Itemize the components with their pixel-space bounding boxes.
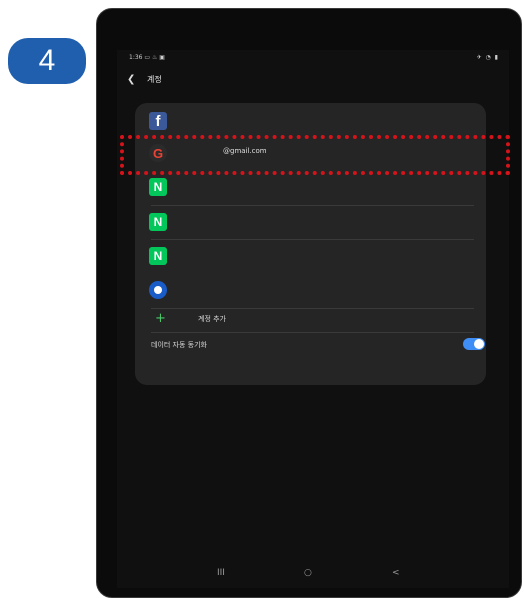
account-row-samsung[interactable] [135, 274, 486, 306]
account-row-naver-2[interactable]: N [135, 206, 486, 238]
tablet-screen: 1:36 ▭ ♨ ▣ ✈ ◔ ▮ ❮ 계정 f G @gmail.com N N… [117, 50, 509, 588]
toggle-knob [474, 339, 484, 349]
home-button[interactable]: ○ [304, 568, 312, 578]
divider [151, 308, 474, 309]
status-time: 1:36 ▭ ♨ ▣ [129, 54, 165, 61]
auto-sync-toggle[interactable] [463, 338, 485, 350]
google-account-highlight [120, 135, 510, 175]
auto-sync-label: 데이터 자동 동기화 [151, 341, 207, 349]
samsung-account-icon [149, 281, 167, 299]
naver-icon: N [149, 178, 167, 196]
step-number-badge: 4 [8, 38, 86, 84]
account-row-naver-3[interactable]: N [135, 240, 486, 272]
account-row-naver-1[interactable]: N [135, 171, 486, 203]
page-title: 계정 [147, 74, 162, 84]
status-icons: ✈ ◔ ▮ [476, 54, 499, 61]
facebook-icon: f [149, 112, 167, 130]
add-account-label: 계정 추가 [198, 315, 226, 323]
account-row-facebook[interactable]: f [135, 103, 486, 135]
naver-icon: N [149, 213, 167, 231]
auto-sync-row[interactable]: 데이터 자동 동기화 [149, 335, 485, 355]
navigation-bar: III ○ < [117, 568, 509, 584]
title-bar: ❮ 계정 [127, 72, 162, 86]
plus-icon: + [155, 311, 166, 326]
recent-apps-button[interactable]: III [217, 568, 225, 578]
divider [151, 332, 474, 333]
back-arrow-icon[interactable]: ❮ [127, 74, 141, 85]
back-button[interactable]: < [392, 568, 400, 578]
status-bar: 1:36 ▭ ♨ ▣ ✈ ◔ ▮ [129, 54, 499, 64]
naver-icon: N [149, 247, 167, 265]
step-number: 4 [38, 44, 56, 77]
add-account-button[interactable]: + 계정 추가 [149, 311, 479, 329]
